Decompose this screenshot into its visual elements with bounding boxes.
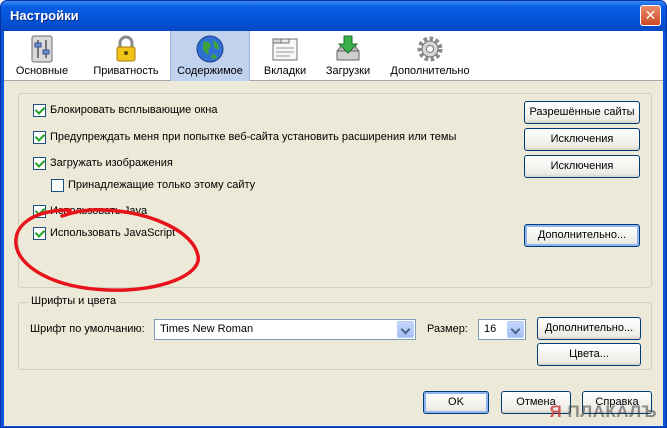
exceptions-button[interactable]: Исключения — [524, 155, 640, 178]
ok-button[interactable]: OK — [423, 391, 489, 414]
block-popups-label: Блокировать всплывающие окна — [50, 104, 218, 116]
enable-javascript-label: Использовать JavaScript — [50, 227, 176, 239]
close-icon: ✕ — [644, 7, 657, 23]
allowed-sites-button[interactable]: Разрешённые сайты — [524, 101, 640, 124]
font-size-value: 16 — [484, 323, 497, 335]
close-button[interactable]: ✕ — [640, 5, 661, 26]
warn-addons-checkbox[interactable] — [33, 131, 46, 144]
tab-label: Приватность — [93, 65, 159, 77]
tab-downloads[interactable]: Загрузки — [320, 31, 376, 81]
watermark-mark: Я — [549, 402, 563, 421]
watermark-text: ПЛАКАЛЪ — [567, 402, 657, 421]
tab-tabs[interactable]: Вкладки — [256, 31, 314, 81]
tab-label: Основные — [15, 65, 69, 77]
tab-label: Содержимое — [177, 65, 243, 77]
content-options-group: Блокировать всплывающие окна Разрешённые… — [18, 93, 652, 288]
tab-label: Загрузки — [325, 65, 371, 77]
exceptions-button[interactable]: Исключения — [524, 128, 640, 151]
watermark: Я ПЛАКАЛЪ — [550, 402, 657, 422]
font-size-select[interactable]: 16 — [478, 319, 526, 340]
title-bar[interactable]: Настройки ✕ — [1, 1, 666, 31]
window-title: Настройки — [10, 8, 79, 23]
tab-general[interactable]: Основные — [12, 31, 72, 81]
same-site-only-label: Принадлежащие только этому сайту — [68, 179, 256, 191]
default-font-label: Шрифт по умолчанию: — [30, 323, 145, 335]
load-images-label: Загружать изображения — [50, 157, 173, 169]
chevron-down-icon[interactable] — [507, 321, 524, 338]
tab-label: Дополнительно — [390, 65, 470, 77]
group-title: Шрифты и цвета — [28, 295, 120, 307]
download-icon — [336, 35, 360, 61]
enable-java-checkbox[interactable] — [33, 205, 46, 218]
enable-java-label: Использовать Java — [50, 205, 148, 217]
enable-javascript-checkbox[interactable] — [33, 227, 46, 240]
settings-window: Настройки ✕ Основные Приватность Содержи… — [0, 0, 667, 428]
fonts-colors-group: Шрифты и цвета Шрифт по умолчанию: Times… — [18, 295, 652, 370]
tab-label: Вкладки — [263, 65, 307, 77]
lock-icon — [116, 35, 136, 62]
default-font-select[interactable]: Times New Roman — [154, 319, 416, 340]
tab-advanced[interactable]: Дополнительно — [384, 31, 476, 81]
sliders-icon — [31, 35, 53, 63]
chevron-down-icon[interactable] — [397, 321, 414, 338]
load-images-checkbox[interactable] — [33, 157, 46, 170]
default-font-value: Times New Roman — [160, 323, 254, 335]
same-site-only-checkbox[interactable] — [51, 179, 64, 192]
tab-content[interactable]: Содержимое — [170, 31, 250, 81]
globe-icon — [196, 35, 224, 63]
settings-toolbar: Основные Приватность Содержимое Вкладки … — [4, 31, 663, 81]
block-popups-checkbox[interactable] — [33, 104, 46, 117]
fonts-advanced-button[interactable]: Дополнительно... — [537, 317, 641, 340]
javascript-advanced-button[interactable]: Дополнительно... — [524, 224, 640, 247]
warn-addons-label: Предупреждать меня при попытке веб-сайта… — [50, 131, 457, 143]
tabs-window-icon — [272, 38, 298, 61]
size-label: Размер: — [427, 323, 468, 335]
gear-icon — [417, 36, 443, 62]
colors-button[interactable]: Цвета... — [537, 343, 641, 366]
tab-privacy[interactable]: Приватность — [88, 31, 164, 81]
dialog-body: Основные Приватность Содержимое Вкладки … — [4, 31, 663, 426]
